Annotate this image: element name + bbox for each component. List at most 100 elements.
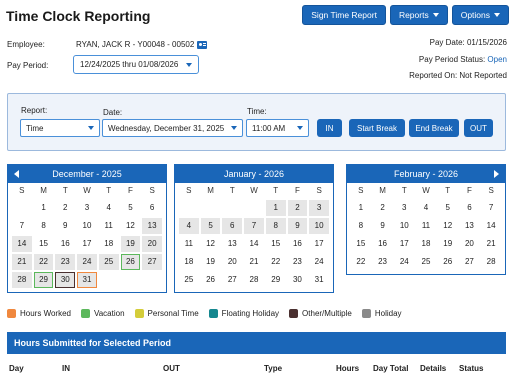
- calendar-day[interactable]: 1: [351, 200, 371, 216]
- calendar-day[interactable]: 4: [416, 200, 436, 216]
- calendar-day[interactable]: 20: [460, 236, 480, 252]
- calendar-day[interactable]: 19: [120, 236, 141, 252]
- calendar-day[interactable]: 23: [55, 254, 76, 270]
- calendar-day[interactable]: 2: [55, 200, 75, 216]
- calendar-day[interactable]: 28: [244, 272, 264, 288]
- calendar-day[interactable]: 3: [394, 200, 414, 216]
- calendar-day[interactable]: 7: [481, 200, 501, 216]
- calendar-day[interactable]: 26: [201, 272, 221, 288]
- prev-month-icon[interactable]: [14, 170, 19, 178]
- calendar-day[interactable]: 14: [12, 236, 32, 252]
- time-select[interactable]: 11:00 AM: [246, 119, 309, 137]
- calendar-day[interactable]: 22: [33, 254, 54, 270]
- calendar-day[interactable]: 27: [142, 254, 162, 270]
- calendar-day[interactable]: 1: [34, 200, 54, 216]
- calendar-day[interactable]: 29: [266, 272, 286, 288]
- calendar-day[interactable]: 6: [142, 200, 162, 216]
- calendar-day[interactable]: 5: [438, 200, 458, 216]
- calendar-day[interactable]: 2: [287, 200, 308, 216]
- calendar-day[interactable]: 7: [12, 218, 32, 234]
- out-button[interactable]: OUT: [464, 119, 493, 137]
- calendar-day[interactable]: 8: [265, 218, 286, 234]
- calendar-day[interactable]: 28: [481, 254, 501, 270]
- calendar-day[interactable]: 24: [77, 254, 97, 270]
- calendar-day[interactable]: 27: [460, 254, 480, 270]
- calendar-day[interactable]: 24: [309, 254, 329, 270]
- calendar-day[interactable]: 12: [201, 236, 221, 252]
- calendar-day[interactable]: 29: [33, 272, 54, 288]
- calendar-day[interactable]: 11: [179, 236, 199, 252]
- calendar-day[interactable]: 9: [287, 218, 308, 234]
- calendar-day[interactable]: 8: [351, 218, 371, 234]
- calendar-day[interactable]: 22: [351, 254, 371, 270]
- report-select[interactable]: Time: [20, 119, 100, 137]
- calendar-day[interactable]: 27: [222, 272, 242, 288]
- calendar-day[interactable]: 11: [416, 218, 436, 234]
- calendar-day[interactable]: 30: [288, 272, 308, 288]
- calendar-day[interactable]: 15: [266, 236, 286, 252]
- calendar-day[interactable]: 14: [244, 236, 264, 252]
- calendar-day[interactable]: 13: [142, 218, 162, 234]
- date-select[interactable]: Wednesday, December 31, 2025: [102, 119, 243, 137]
- calendar-day[interactable]: 10: [394, 218, 414, 234]
- calendar-day[interactable]: 16: [288, 236, 308, 252]
- start-break-button[interactable]: Start Break: [349, 119, 405, 137]
- calendar-day[interactable]: 14: [481, 218, 501, 234]
- calendar-day[interactable]: 25: [98, 254, 119, 270]
- calendar-day[interactable]: 26: [120, 254, 141, 270]
- calendar-day[interactable]: 25: [416, 254, 436, 270]
- calendar-day[interactable]: 3: [77, 200, 97, 216]
- calendar-day[interactable]: 18: [179, 254, 199, 270]
- calendar-day[interactable]: 4: [99, 200, 119, 216]
- calendar-day[interactable]: 18: [99, 236, 119, 252]
- calendar-day[interactable]: 11: [99, 218, 119, 234]
- calendar-day[interactable]: 10: [77, 218, 97, 234]
- options-menu-button[interactable]: Options: [451, 5, 509, 25]
- calendar-day[interactable]: 6: [460, 200, 480, 216]
- calendar-day[interactable]: 26: [438, 254, 458, 270]
- calendar-day[interactable]: 5: [121, 200, 141, 216]
- calendar-day[interactable]: 1: [265, 200, 286, 216]
- calendar-day[interactable]: 6: [222, 218, 243, 234]
- calendar-day[interactable]: 23: [288, 254, 308, 270]
- pay-period-select[interactable]: 12/24/2025 thru 01/08/2026: [73, 55, 199, 74]
- calendar-day[interactable]: 25: [179, 272, 199, 288]
- calendar-day[interactable]: 20: [142, 236, 162, 252]
- calendar-day[interactable]: 15: [351, 236, 371, 252]
- calendar-day[interactable]: 21: [244, 254, 264, 270]
- calendar-day[interactable]: 12: [438, 218, 458, 234]
- calendar-day[interactable]: 7: [244, 218, 264, 234]
- calendar-day[interactable]: 28: [12, 272, 32, 288]
- calendar-day[interactable]: 16: [55, 236, 75, 252]
- calendar-day[interactable]: 9: [55, 218, 75, 234]
- calendar-day[interactable]: 12: [121, 218, 141, 234]
- calendar-day[interactable]: 30: [55, 272, 76, 288]
- calendar-day[interactable]: 9: [373, 218, 393, 234]
- calendar-day[interactable]: 5: [200, 218, 221, 234]
- id-card-icon[interactable]: [197, 40, 208, 49]
- calendar-day[interactable]: 8: [34, 218, 54, 234]
- calendar-day[interactable]: 13: [222, 236, 242, 252]
- calendar-day[interactable]: 24: [394, 254, 414, 270]
- reports-menu-button[interactable]: Reports: [389, 5, 448, 25]
- next-month-icon[interactable]: [494, 170, 499, 178]
- calendar-day[interactable]: 4: [179, 218, 199, 234]
- calendar-day[interactable]: 21: [481, 236, 501, 252]
- calendar-day[interactable]: 19: [438, 236, 458, 252]
- in-button[interactable]: IN: [317, 119, 342, 137]
- calendar-day[interactable]: 23: [373, 254, 393, 270]
- status-open-link[interactable]: Open: [487, 55, 507, 64]
- calendar-day[interactable]: 17: [77, 236, 97, 252]
- calendar-day[interactable]: 22: [266, 254, 286, 270]
- calendar-day[interactable]: 10: [309, 218, 329, 234]
- sign-time-report-button[interactable]: Sign Time Report: [302, 5, 386, 25]
- calendar-day[interactable]: 19: [201, 254, 221, 270]
- calendar-day[interactable]: 17: [309, 236, 329, 252]
- calendar-day[interactable]: 13: [460, 218, 480, 234]
- calendar-day[interactable]: 18: [416, 236, 436, 252]
- calendar-day[interactable]: 15: [34, 236, 54, 252]
- calendar-day[interactable]: 16: [373, 236, 393, 252]
- calendar-day[interactable]: 20: [222, 254, 242, 270]
- calendar-day[interactable]: 3: [309, 200, 329, 216]
- end-break-button[interactable]: End Break: [409, 119, 459, 137]
